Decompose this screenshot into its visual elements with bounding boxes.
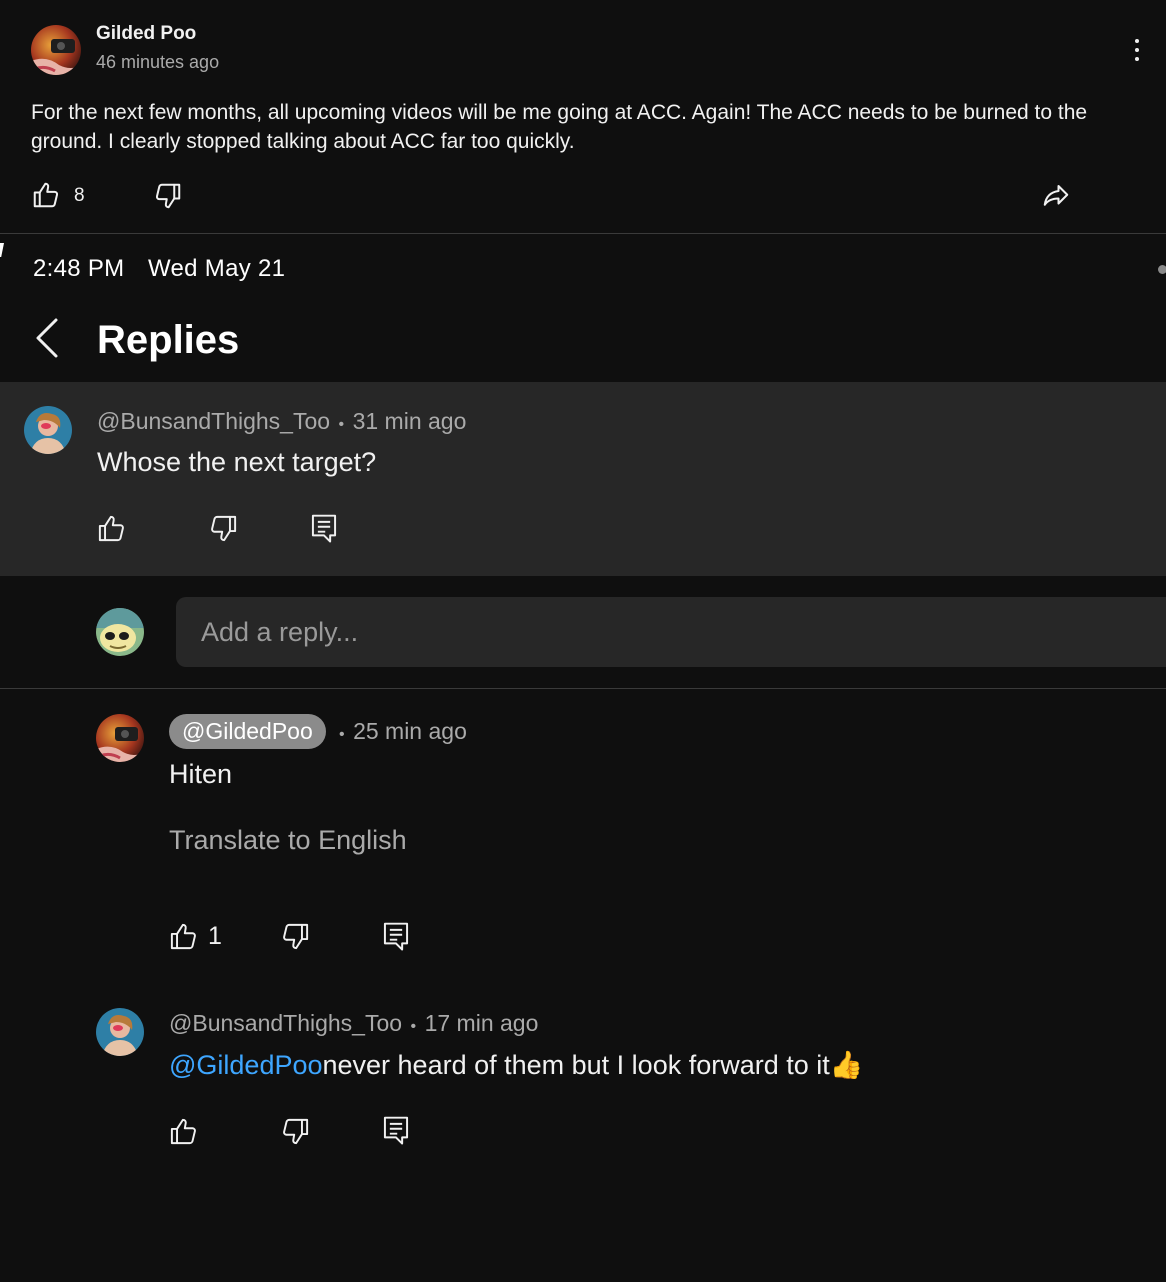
camera-dot — [1158, 265, 1166, 274]
chevron-left-icon — [36, 318, 58, 358]
reply-comment-icon — [383, 1116, 409, 1145]
post-share-button[interactable] — [1041, 181, 1071, 211]
meta-separator: • — [339, 726, 345, 743]
comment-dislike-button[interactable] — [208, 513, 239, 544]
thumb-up-icon — [170, 1118, 196, 1145]
post-author-avatar[interactable] — [31, 25, 81, 75]
reply-body: never heard of them but I look forward t… — [322, 1050, 830, 1080]
reply-text: @GildedPoonever heard of them but I look… — [169, 1049, 863, 1081]
meta-separator: • — [338, 416, 345, 433]
reply-timestamp: 17 min ago — [424, 1010, 539, 1036]
comment-like-button[interactable] — [96, 513, 127, 544]
reply-input-container[interactable] — [176, 597, 1166, 667]
parent-comment-meta: @BunsandThighs_Too • 31 min ago — [97, 408, 466, 435]
post-timestamp: 46 minutes ago — [96, 52, 220, 72]
comment-text: Whose the next target? — [97, 447, 377, 477]
reply-author-handle[interactable]: @BunsandThighs_Too — [169, 1010, 402, 1036]
creator-handle-chip[interactable]: @GildedPoo — [169, 714, 326, 749]
share-icon — [1043, 185, 1069, 206]
thumb-down-icon — [155, 183, 181, 209]
post-like-count: 8 — [74, 185, 85, 206]
page-title: Replies — [97, 318, 240, 362]
thumbs-up-emoji: 👍 — [829, 1050, 864, 1080]
reply-like-count: 1 — [208, 922, 222, 950]
thumb-up-icon — [98, 515, 124, 542]
reply-like-button[interactable] — [168, 921, 199, 952]
thumb-up-icon — [170, 923, 196, 950]
mention-link[interactable]: @GildedPoo — [169, 1050, 323, 1080]
status-date: Wed May 21 — [148, 255, 286, 282]
meta-separator: • — [410, 1018, 417, 1035]
reply-text: Hiten — [169, 759, 233, 789]
current-user-avatar — [96, 608, 144, 656]
section-divider — [0, 688, 1166, 689]
thumb-down-icon — [211, 515, 237, 542]
thumb-down-icon — [283, 923, 309, 950]
reply-reply-button[interactable] — [381, 920, 411, 952]
reply-comment-icon — [383, 922, 409, 951]
back-button[interactable] — [30, 314, 64, 362]
thumb-down-icon — [283, 1118, 309, 1145]
more-vert-icon[interactable] — [1124, 36, 1150, 64]
post-dislike-button[interactable] — [153, 181, 183, 211]
reply-author-avatar[interactable] — [96, 714, 144, 762]
reply-timestamp: 25 min ago — [353, 718, 467, 744]
reply-dislike-button[interactable] — [280, 921, 311, 952]
reply-reply-button[interactable] — [381, 1114, 411, 1146]
reply-comment-icon — [311, 514, 337, 543]
reply-input[interactable] — [201, 616, 1141, 648]
comment-reply-button[interactable] — [309, 512, 339, 544]
post-like-button[interactable] — [31, 180, 61, 210]
corner-mark — [0, 243, 4, 257]
reply-dislike-button[interactable] — [280, 1116, 311, 1147]
comment-author-handle[interactable]: @BunsandThighs_Too — [97, 408, 330, 434]
reply-meta: @BunsandThighs_Too • 17 min ago — [169, 1010, 538, 1037]
post-body: For the next few months, all upcoming vi… — [31, 101, 1088, 153]
comment-timestamp: 31 min ago — [352, 408, 467, 434]
section-divider — [0, 233, 1166, 234]
translate-link[interactable]: Translate to English — [169, 825, 407, 856]
commenter-avatar[interactable] — [24, 406, 72, 454]
reply-author-avatar[interactable] — [96, 1008, 144, 1056]
reply-meta: • 25 min ago — [339, 718, 467, 745]
status-time: 2:48 PM — [33, 255, 125, 282]
post-author-name[interactable]: Gilded Poo — [96, 23, 196, 45]
reply-like-button[interactable] — [168, 1116, 199, 1147]
thumb-up-icon — [33, 182, 59, 208]
